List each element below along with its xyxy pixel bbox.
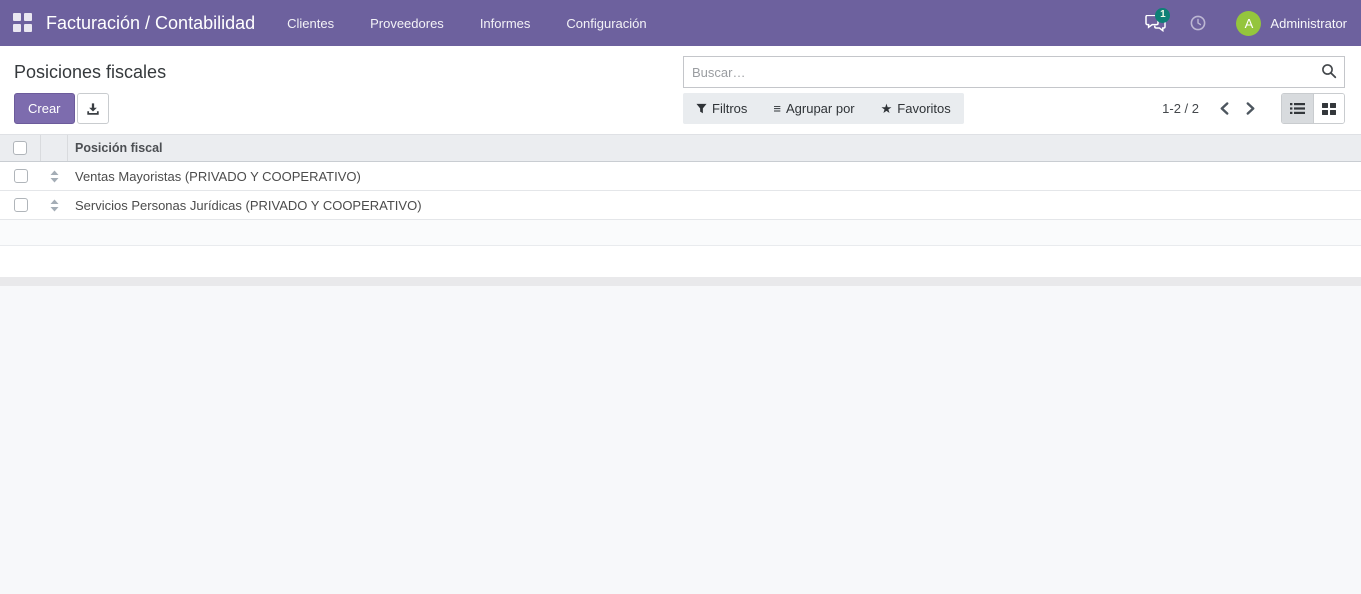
row-checkbox[interactable] [14, 198, 28, 212]
messaging-badge: 1 [1155, 8, 1170, 23]
group-by-label: Agrupar por [786, 101, 855, 116]
favorites-label: Favoritos [897, 101, 950, 116]
list-view-button[interactable] [1282, 94, 1313, 123]
filters-label: Filtros [712, 101, 747, 116]
fiscal-positions-list: Posición fiscal Ventas Mayoristas (PRIVA… [0, 134, 1361, 277]
user-menu[interactable]: A Administrator [1218, 11, 1347, 36]
list-view-icon [1290, 102, 1305, 115]
download-icon [86, 102, 100, 116]
fiscal-position-name[interactable]: Servicios Personas Jurídicas (PRIVADO Y … [68, 198, 1361, 213]
activities-menu[interactable] [1178, 0, 1218, 46]
menu-informes[interactable]: Informes [462, 0, 549, 46]
app-title[interactable]: Facturación / Contabilidad [46, 13, 255, 34]
drag-handle-icon[interactable] [50, 170, 59, 183]
menu-proveedores[interactable]: Proveedores [352, 0, 462, 46]
top-navbar: Facturación / Contabilidad Clientes Prov… [0, 0, 1361, 46]
star-icon: ★ [881, 101, 893, 117]
page-background [0, 286, 1361, 594]
table-row[interactable]: Servicios Personas Jurídicas (PRIVADO Y … [0, 191, 1361, 220]
export-button[interactable] [77, 93, 109, 124]
apps-menu-icon[interactable] [13, 13, 33, 33]
user-name: Administrator [1270, 16, 1347, 31]
create-button[interactable]: Crear [14, 93, 75, 124]
pager-next-button[interactable] [1239, 97, 1261, 121]
filters-button[interactable]: Filtros [683, 93, 760, 124]
search-options: Filtros ≡ Agrupar por ★ Favoritos [683, 93, 964, 124]
search-icon[interactable] [1321, 63, 1337, 79]
page-title: Posiciones fiscales [14, 56, 683, 88]
empty-stripe-row [0, 220, 1361, 246]
messaging-menu[interactable]: 1 [1133, 0, 1178, 46]
main-menu: Clientes Proveedores Informes Configurac… [269, 0, 664, 46]
fiscal-position-name[interactable]: Ventas Mayoristas (PRIVADO Y COOPERATIVO… [68, 169, 1361, 184]
row-checkbox[interactable] [14, 169, 28, 183]
drag-handle-icon[interactable] [50, 199, 59, 212]
control-panel: Posiciones fiscales Crear [0, 46, 1361, 134]
kanban-view-button[interactable] [1313, 94, 1344, 123]
kanban-view-icon [1322, 103, 1336, 115]
favorites-button[interactable]: ★ Favoritos [868, 93, 964, 124]
pager-value[interactable]: 1-2 / 2 [1162, 101, 1199, 116]
group-by-button[interactable]: ≡ Agrupar por [760, 93, 867, 124]
view-switcher [1281, 93, 1345, 124]
select-all-checkbox[interactable] [13, 141, 27, 155]
empty-row [0, 246, 1361, 277]
filter-funnel-icon [696, 103, 707, 114]
bars-icon: ≡ [773, 101, 781, 116]
pager: 1-2 / 2 [1162, 97, 1261, 121]
pager-previous-button[interactable] [1213, 97, 1235, 121]
menu-clientes[interactable]: Clientes [269, 0, 352, 46]
systray: 1 A Administrator [1133, 0, 1347, 46]
search-input[interactable] [683, 56, 1345, 88]
column-header-posicion-fiscal[interactable]: Posición fiscal [68, 141, 1361, 155]
list-header-row: Posición fiscal [0, 134, 1361, 162]
avatar: A [1236, 11, 1261, 36]
clock-icon [1190, 15, 1206, 31]
table-row[interactable]: Ventas Mayoristas (PRIVADO Y COOPERATIVO… [0, 162, 1361, 191]
handle-column-header [41, 135, 68, 161]
menu-configuracion[interactable]: Configuración [548, 0, 664, 46]
content-end-divider [0, 277, 1361, 286]
search-box [683, 56, 1345, 88]
